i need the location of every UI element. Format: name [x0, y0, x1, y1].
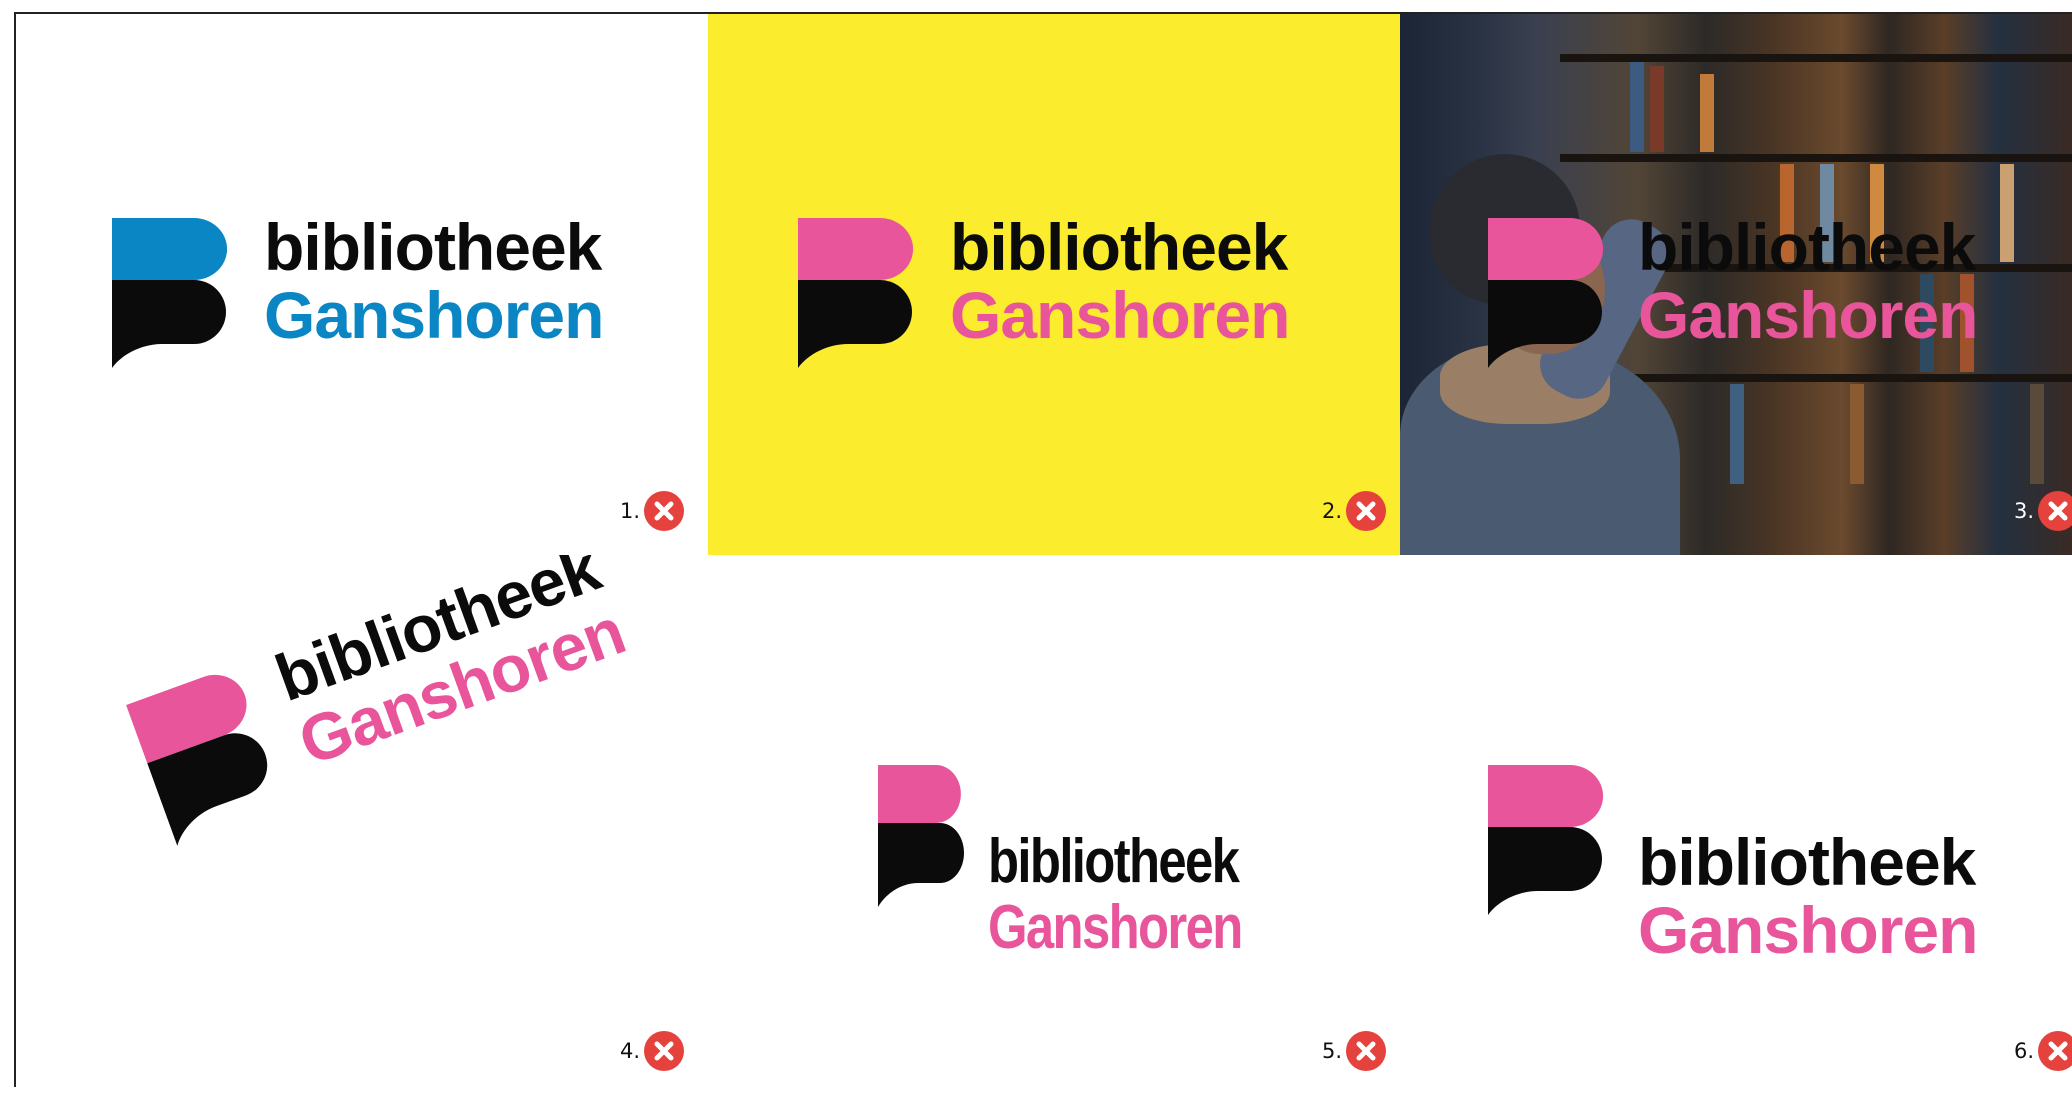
panel-number: 5. [1322, 1039, 1343, 1063]
logo-mark-icon [1488, 765, 1604, 915]
close-icon [2038, 491, 2072, 531]
close-icon [1346, 1031, 1387, 1071]
close-icon [1346, 491, 1387, 531]
logo-line1: bibliotheek [988, 827, 1240, 896]
panel-3: bibliotheek Ganshoren 3. [1400, 14, 2072, 557]
logo-line2: Ganshoren [1638, 893, 1978, 967]
logo-misuse-grid: bibliotheek Ganshoren 1. bibliotheek Gan… [14, 12, 2072, 1095]
error-badge: 5. [1322, 1031, 1387, 1071]
panel-2: bibliotheek Ganshoren 2. [708, 14, 1402, 557]
logo-line2: Ganshoren [988, 893, 1243, 962]
error-badge: 6. [2014, 1031, 2072, 1071]
panel-4: bibliotheek Ganshoren 4. [16, 555, 710, 1095]
logo-line2: Ganshoren [264, 278, 604, 352]
logo-mark-icon [112, 218, 228, 368]
error-badge: 4. [620, 1031, 685, 1071]
panel-number: 2. [1322, 499, 1343, 523]
logo-line1: bibliotheek [950, 210, 1288, 284]
error-badge: 1. [620, 491, 685, 531]
panel-1: bibliotheek Ganshoren 1. [16, 14, 710, 557]
error-badge: 3. [2014, 491, 2072, 531]
logo-line2: Ganshoren [950, 278, 1290, 352]
close-icon [644, 491, 685, 531]
logo-mark-icon [1488, 218, 1604, 368]
close-icon [2038, 1031, 2072, 1071]
panel-5: bibliotheek Ganshoren 5. [708, 555, 1402, 1095]
logo-line2: Ganshoren [1638, 278, 1978, 352]
panel-number: 1. [620, 499, 641, 523]
logo-line1: bibliotheek [1638, 210, 1976, 284]
logo-mark-icon [798, 218, 914, 368]
close-icon [644, 1031, 685, 1071]
logo-mark-icon [126, 674, 268, 846]
panel-6: bibliotheek Ganshoren 6. [1400, 555, 2072, 1095]
logo-line1: bibliotheek [1638, 825, 1976, 899]
logo-mark-icon [878, 765, 964, 907]
panel-number: 3. [2014, 499, 2035, 523]
logo-line1: bibliotheek [264, 210, 602, 284]
error-badge: 2. [1322, 491, 1387, 531]
panel-number: 6. [2014, 1039, 2035, 1063]
panel-number: 4. [620, 1039, 641, 1063]
